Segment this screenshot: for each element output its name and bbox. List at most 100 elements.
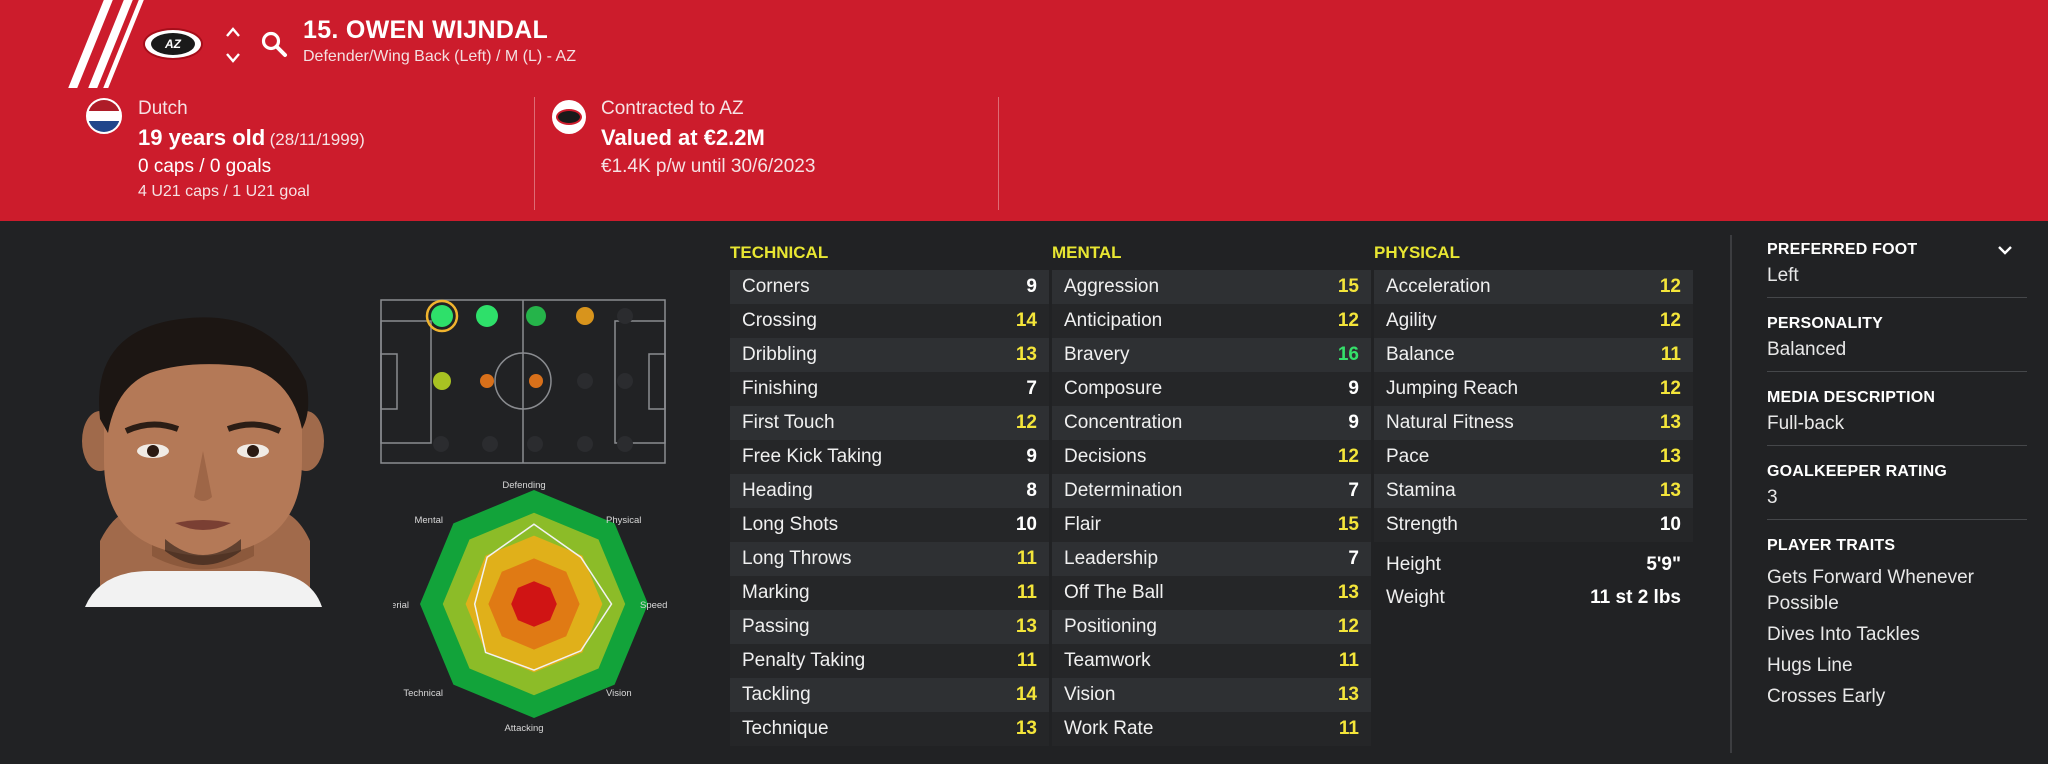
radar-label-technical: Technical [403, 688, 443, 699]
attribute-name: Off The Ball [1064, 582, 1164, 603]
attribute-radar-chart: Defending Physical Speed Vision Attackin… [393, 480, 667, 734]
attribute-value: 12 [1659, 276, 1681, 297]
chevron-down-icon[interactable] [1997, 244, 2013, 256]
attribute-row-finishing[interactable]: Finishing 7 [730, 372, 1049, 406]
attribute-row-concentration[interactable]: Concentration 9 [1052, 406, 1371, 440]
attribute-row-jumping-reach[interactable]: Jumping Reach 12 [1374, 372, 1693, 406]
attribute-row-stamina[interactable]: Stamina 13 [1374, 474, 1693, 508]
club-badge[interactable]: AZ [143, 28, 203, 60]
attribute-name: Crossing [742, 310, 817, 331]
technical-attributes: Corners 9 Crossing 14 Dribbling 13 Finishing 7 F… [730, 270, 1049, 746]
personality-value: Balanced [1767, 339, 1847, 360]
attribute-value: 11 [1016, 650, 1037, 671]
search-icon[interactable] [258, 28, 290, 60]
attribute-name: Dribbling [742, 344, 817, 365]
player-nav-arrows[interactable] [222, 26, 244, 64]
attribute-name: Composure [1064, 378, 1163, 399]
attribute-row-technique[interactable]: Technique 13 [730, 712, 1049, 746]
attribute-row-acceleration[interactable]: Acceleration 12 [1374, 270, 1693, 304]
attribute-row-aggression[interactable]: Aggression 15 [1052, 270, 1371, 304]
position-dot-dm[interactable] [480, 374, 494, 388]
attribute-value: 9 [1026, 276, 1037, 297]
attribute-name: Marking [742, 582, 810, 603]
position-dot-ml[interactable] [526, 306, 546, 326]
attribute-row-balance[interactable]: Balance 11 [1374, 338, 1693, 372]
technical-heading: TECHNICAL [730, 243, 829, 262]
attribute-name: Aggression [1064, 276, 1160, 297]
attribute-row-natural-fitness[interactable]: Natural Fitness 13 [1374, 406, 1693, 440]
chevron-up-icon[interactable] [225, 26, 241, 38]
position-dot-aml[interactable] [576, 307, 594, 325]
attribute-name: Anticipation [1064, 310, 1163, 331]
contract-info: Contracted to AZ Valued at €2.2M €1.4K p… [601, 98, 815, 178]
attribute-name: Corners [742, 276, 810, 297]
attribute-value: 12 [1659, 310, 1681, 331]
position-dot-dl[interactable] [431, 305, 453, 327]
attribute-row-long-throws[interactable]: Long Throws 11 [730, 542, 1049, 576]
attribute-value: 7 [1348, 548, 1359, 569]
attribute-name: Finishing [742, 378, 819, 399]
player-trait: Hugs Line [1767, 655, 1853, 676]
attribute-value: 11 [1660, 344, 1681, 365]
attribute-row-free-kick-taking[interactable]: Free Kick Taking 9 [730, 440, 1049, 474]
media-description-label: MEDIA DESCRIPTION [1767, 389, 1936, 406]
physical-attributes: Acceleration 12 Agility 12 Balance 11 Jumping … [1374, 270, 1693, 542]
position-dot-wbl[interactable] [476, 305, 498, 327]
attribute-row-work-rate[interactable]: Work Rate 11 [1052, 712, 1371, 746]
attribute-row-flair[interactable]: Flair 15 [1052, 508, 1371, 542]
attribute-row-agility[interactable]: Agility 12 [1374, 304, 1693, 338]
attribute-row-penalty-taking[interactable]: Penalty Taking 11 [730, 644, 1049, 678]
attribute-row-marking[interactable]: Marking 11 [730, 576, 1049, 610]
weight-label: Weight [1386, 586, 1445, 608]
mental-attributes: Aggression 15 Anticipation 12 Bravery 16 Compo… [1052, 270, 1371, 746]
height-value: 5'9" [1646, 553, 1681, 575]
attribute-row-pace[interactable]: Pace 13 [1374, 440, 1693, 474]
attribute-row-strength[interactable]: Strength 10 [1374, 508, 1693, 542]
radar-label-vision: Vision [606, 688, 632, 699]
attribute-row-off-the-ball[interactable]: Off The Ball 13 [1052, 576, 1371, 610]
attribute-row-crossing[interactable]: Crossing 14 [730, 304, 1049, 338]
attribute-value: 7 [1026, 378, 1037, 399]
height-label: Height [1386, 553, 1441, 575]
attribute-row-composure[interactable]: Composure 9 [1052, 372, 1371, 406]
attribute-value: 14 [1015, 684, 1037, 705]
attribute-row-anticipation[interactable]: Anticipation 12 [1052, 304, 1371, 338]
attribute-row-first-touch[interactable]: First Touch 12 [730, 406, 1049, 440]
divider [998, 97, 999, 210]
attribute-row-passing[interactable]: Passing 13 [730, 610, 1049, 644]
attribute-row-teamwork[interactable]: Teamwork 11 [1052, 644, 1371, 678]
attribute-name: Work Rate [1064, 718, 1154, 739]
club-logo-icon[interactable] [552, 100, 586, 134]
attribute-name: Jumping Reach [1386, 378, 1519, 399]
attribute-row-dribbling[interactable]: Dribbling 13 [730, 338, 1049, 372]
attribute-name: Free Kick Taking [742, 446, 883, 467]
goalkeeper-rating-section: GOALKEEPER RATING 3 [1767, 463, 2027, 520]
attribute-row-leadership[interactable]: Leadership 7 [1052, 542, 1371, 576]
attribute-row-long-shots[interactable]: Long Shots 10 [730, 508, 1049, 542]
attribute-name: Long Shots [742, 514, 839, 535]
contract-club[interactable]: Contracted to AZ [601, 98, 815, 120]
attribute-row-positioning[interactable]: Positioning 12 [1052, 610, 1371, 644]
date-of-birth: (28/11/1999) [269, 130, 365, 149]
radar-label-attacking: Attacking [504, 723, 543, 734]
attribute-row-tackling[interactable]: Tackling 14 [730, 678, 1049, 712]
attribute-value: 13 [1659, 446, 1681, 467]
attribute-row-vision[interactable]: Vision 13 [1052, 678, 1371, 712]
attribute-value: 13 [1015, 718, 1037, 739]
player-trait: Dives Into Tackles [1767, 624, 1920, 645]
age: 19 years old [138, 125, 266, 150]
attribute-row-determination[interactable]: Determination 7 [1052, 474, 1371, 508]
attribute-row-decisions[interactable]: Decisions 12 [1052, 440, 1371, 474]
attribute-value: 11 [1016, 582, 1037, 603]
attribute-value: 14 [1015, 310, 1037, 331]
position-pitch[interactable] [380, 299, 666, 464]
position-dot-mc[interactable] [529, 374, 543, 388]
personality-label: PERSONALITY [1767, 315, 1883, 332]
chevron-down-icon[interactable] [225, 52, 241, 64]
attribute-row-corners[interactable]: Corners 9 [730, 270, 1049, 304]
attribute-row-heading[interactable]: Heading 8 [730, 474, 1049, 508]
attribute-row-bravery[interactable]: Bravery 16 [1052, 338, 1371, 372]
position-dot-dc[interactable] [433, 372, 451, 390]
media-description-section: MEDIA DESCRIPTION Full-back [1767, 389, 2027, 446]
attribute-name: Bravery [1064, 344, 1130, 365]
